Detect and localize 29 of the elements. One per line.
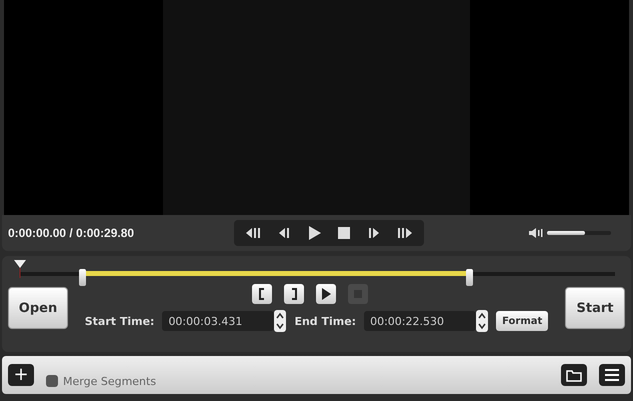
range-end-handle[interactable] [466, 269, 474, 286]
range-start-handle[interactable] [79, 269, 86, 286]
merge-checkbox[interactable] [46, 375, 58, 387]
start-button[interactable]: Start [565, 287, 625, 329]
play-icon [306, 226, 322, 240]
merge-segments-label: Merge Segments [63, 374, 156, 388]
skip-back-icon [246, 226, 262, 240]
volume-slider[interactable] [547, 231, 611, 235]
add-button[interactable]: + [8, 364, 34, 386]
open-button[interactable]: Open [8, 287, 68, 329]
bracket-right-button[interactable] [284, 284, 304, 304]
playback-time: 0:00:00.00 / 0:00:29.80 [8, 226, 136, 240]
start-time-label: Start Time: [84, 314, 154, 328]
start-time-spinner[interactable] [274, 310, 286, 332]
start-time-field[interactable]: 00:00:03.431 [162, 311, 274, 331]
play-button[interactable] [316, 284, 336, 304]
folder-button[interactable] [561, 364, 587, 386]
end-time-label: End Time: [294, 314, 356, 328]
list-icon [605, 369, 619, 381]
bracket-left-button[interactable] [252, 284, 272, 304]
skip-forward-icon [396, 226, 412, 240]
end-time-spinner[interactable] [476, 310, 488, 332]
format-button[interactable]: Format [496, 311, 548, 331]
stop-icon [336, 226, 352, 240]
playhead[interactable] [14, 260, 26, 278]
volume-icon [529, 227, 543, 239]
end-time-field[interactable]: 00:00:22.530 [364, 311, 476, 331]
folder-icon [566, 368, 582, 382]
list-button[interactable] [599, 364, 625, 386]
